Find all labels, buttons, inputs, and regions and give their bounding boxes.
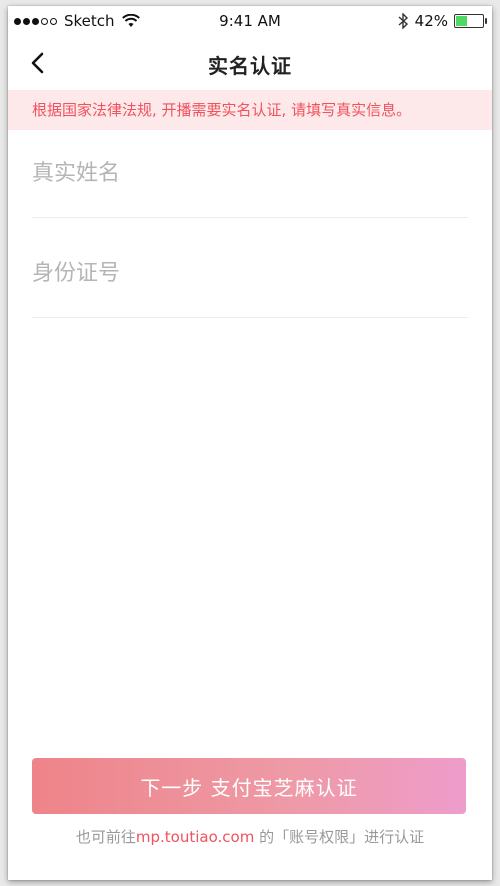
page-title: 实名认证 (208, 54, 292, 78)
status-right: 42% (397, 12, 487, 30)
real-name-field (32, 118, 468, 218)
real-name-input[interactable] (32, 156, 468, 190)
battery-percent: 42% (414, 12, 448, 30)
next-step-button[interactable]: 下一步 支付宝芝麻认证 (32, 758, 466, 814)
battery-level (456, 16, 467, 26)
phone-screen: Sketch 9:41 AM 42% 实名认证 根据国家法律法规, 开播需要实名… (8, 6, 492, 880)
footer-note: 也可前往mp.toutiao.com 的「账号权限」进行认证 (8, 826, 492, 847)
footer-suffix: 的「账号权限」进行认证 (254, 828, 425, 846)
bluetooth-icon (398, 13, 408, 29)
navigation-bar: 实名认证 (8, 36, 492, 90)
battery-icon (454, 14, 487, 28)
status-bar: Sketch 9:41 AM 42% (8, 6, 492, 36)
id-number-input[interactable] (32, 256, 468, 290)
id-number-field (32, 218, 468, 318)
toutiao-link[interactable]: mp.toutiao.com (136, 828, 254, 846)
footer-prefix: 也可前往 (75, 828, 136, 846)
